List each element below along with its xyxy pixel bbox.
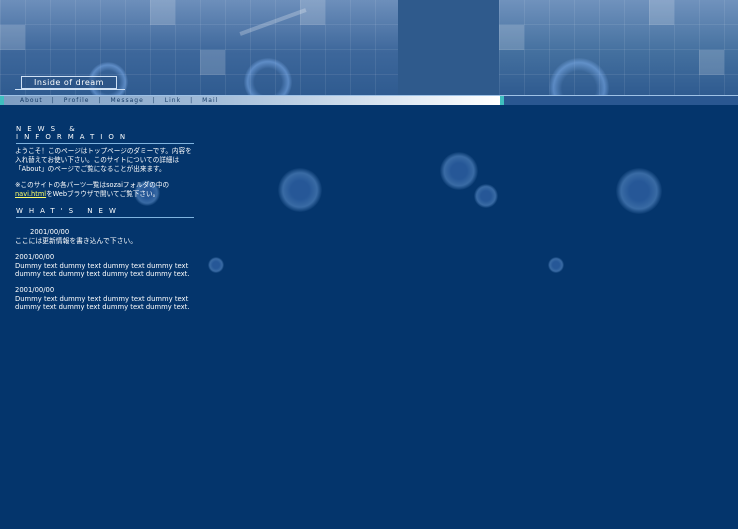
nav-bar: About | Profile | Message | Link | Mail [0, 95, 738, 105]
news-intro: ようこそ！このページはトップページのダミーです。内容を 入れ替えてお使い下さい。… [15, 147, 192, 174]
nav-separator: | [152, 97, 156, 104]
header-tile [150, 0, 175, 25]
nav-link-mail[interactable]: Mail [202, 97, 218, 104]
update-text: Dummy text dummy text dummy text dummy t… [15, 294, 189, 303]
header-tile [200, 50, 225, 75]
navi-html-link[interactable]: navi.html [15, 190, 46, 198]
logo-text: Inside of dream [34, 78, 104, 87]
header-tile [649, 0, 674, 25]
nav-link-profile[interactable]: Profile [64, 97, 90, 104]
bg-bubble [616, 168, 662, 214]
nav-menu: About | Profile | Message | Link | Mail [20, 96, 218, 105]
logo-box: Inside of dream [21, 76, 117, 89]
news-note: ※このサイトの各パーツ一覧はsozaiフォルダの中の navi.htmlをWeb… [15, 181, 169, 199]
update-text: dummy text dummy text dummy text dummy t… [15, 270, 190, 279]
bg-bubble [548, 257, 564, 273]
logo-underline [15, 89, 125, 90]
bg-bubble [278, 168, 322, 212]
update-text: ここには更新情報を書き込んで下さい。 [15, 236, 138, 245]
update-entry: 2001/00/00 Dummy text dummy text dummy t… [15, 286, 190, 312]
header-banner: Inside of dream [0, 0, 738, 95]
header-glow [549, 58, 609, 95]
bg-bubble [474, 184, 498, 208]
nav-separator: | [190, 97, 194, 104]
update-date: 2001/00/00 [15, 286, 55, 294]
news-note-line2: navi.htmlをWebブラウザで開いてご覧下さい。 [15, 190, 169, 199]
header-tile [499, 25, 524, 50]
nav-link-link[interactable]: Link [165, 97, 181, 104]
update-text: Dummy text dummy text dummy text dummy t… [15, 261, 189, 270]
bg-bubble [440, 152, 478, 190]
header-streak [239, 8, 307, 36]
header-tile [0, 25, 25, 50]
header-image-right [499, 0, 738, 95]
header-image-middle [398, 0, 499, 95]
header-glow [244, 58, 292, 95]
update-date: 2001/00/00 [15, 253, 55, 261]
update-text: dummy text dummy text dummy text dummy t… [15, 303, 190, 312]
nav-cap-right [500, 96, 504, 105]
news-line: 「About」のページでご覧になることが出来ます。 [15, 165, 166, 173]
bg-bubble [208, 257, 224, 273]
news-heading: NEWS & INFORMATION [16, 125, 194, 144]
news-line: ようこそ！このページはトップページのダミーです。内容を [15, 147, 192, 155]
nav-separator: | [51, 97, 55, 104]
update-entry: 2001/00/00 ここには更新情報を書き込んで下さい。 [15, 228, 137, 245]
whats-new-heading: WHAT'S NEW [16, 207, 194, 218]
news-note-tail: をWebブラウザで開いてご覧下さい。 [46, 190, 160, 198]
update-date: 2001/00/00 [30, 228, 70, 236]
header-tile [699, 50, 724, 75]
nav-link-about[interactable]: About [20, 97, 43, 104]
news-note-line: ※このサイトの各パーツ一覧はsozaiフォルダの中の [15, 181, 170, 189]
nav-link-message[interactable]: Message [110, 97, 143, 104]
nav-separator: | [98, 97, 102, 104]
update-entry: 2001/00/00 Dummy text dummy text dummy t… [15, 253, 190, 279]
site-logo[interactable]: Inside of dream [15, 76, 125, 92]
news-line: 入れ替えてお使い下さい。このサイトについての詳細は [15, 156, 180, 164]
